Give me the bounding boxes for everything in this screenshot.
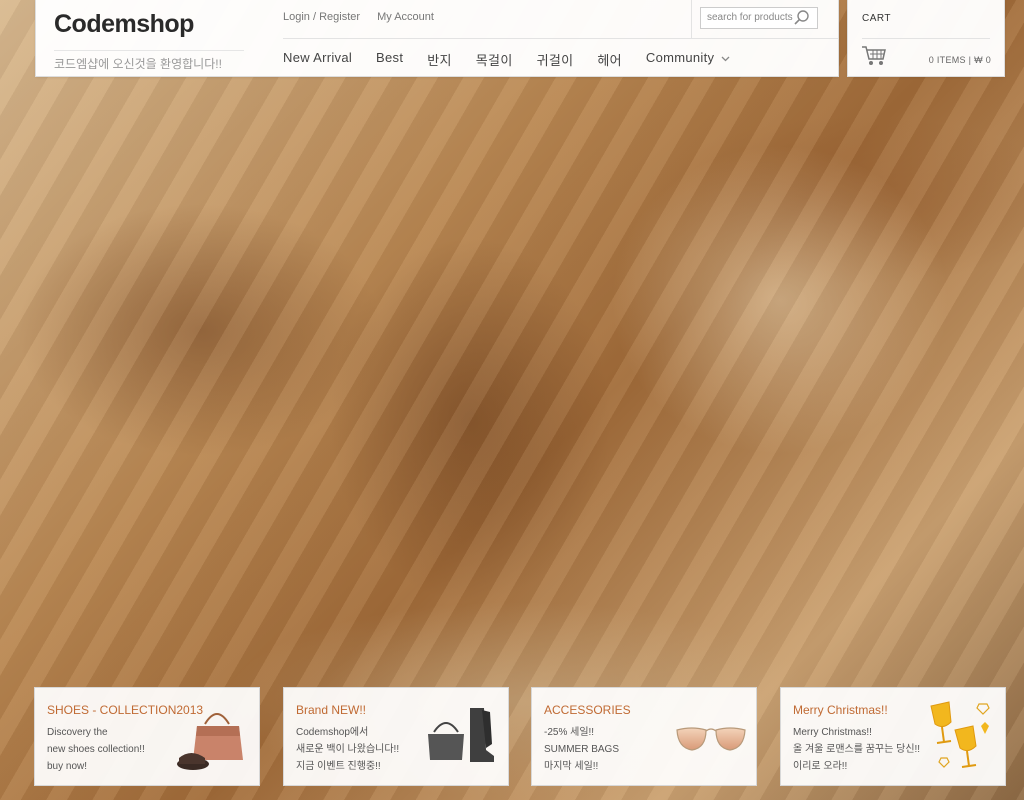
promo-accessories[interactable]: ACCESSORIES -25% 세일!! SUMMER BAGS 마지막 세일… — [532, 688, 756, 785]
promo-text: Merry Christmas!! 올 겨울 로맨스를 꿈꾸는 당신!! 이리로… — [793, 724, 920, 775]
promo-line: -25% 세일!! — [544, 727, 595, 738]
site-logo[interactable]: Codemshop — [54, 10, 194, 39]
bag-and-boots-image — [428, 708, 494, 762]
shopping-cart-icon[interactable] — [861, 45, 887, 67]
nav-item-community[interactable]: Community — [646, 50, 730, 69]
promo-brand-new[interactable]: Brand NEW!! Codemshop에서 새로운 백이 나왔습니다!! 지… — [284, 688, 508, 785]
promo-title: ACCESSORIES — [544, 703, 631, 717]
nav-item-rings[interactable]: 반지 — [427, 50, 452, 69]
promo-line: 새로운 백이 나왔습니다!! — [296, 744, 400, 755]
promo-line: Codemshop에서 — [296, 727, 369, 738]
promo-shoes-collection[interactable]: SHOES - COLLECTION2013 Discovery the new… — [35, 688, 259, 785]
promo-line: Merry Christmas!! — [793, 727, 872, 738]
promo-line: SUMMER BAGS — [544, 744, 620, 755]
promo-line: 마지막 세일!! — [544, 761, 599, 772]
promo-title: Brand NEW!! — [296, 703, 367, 717]
promo-text: Codemshop에서 새로운 백이 나왔습니다!! 지금 이벤트 진행중!! — [296, 724, 399, 775]
nav-item-earrings[interactable]: 귀걸이 — [537, 50, 574, 69]
my-account-link[interactable]: My Account — [377, 11, 434, 23]
tagline: 코드엠샵에 오신것을 환영합니다!! — [54, 50, 244, 72]
promo-text: Discovery the new shoes collection!! buy… — [47, 724, 145, 775]
cart-divider — [862, 38, 990, 39]
sunglasses-image — [676, 727, 746, 751]
cart-panel[interactable]: CART 0 ITEMS | ₩ 0 — [848, 0, 1004, 76]
nav-item-new-arrival[interactable]: New Arrival — [283, 50, 352, 69]
nav-item-hair[interactable]: 헤어 — [597, 50, 622, 69]
main-nav: New Arrival Best 반지 목걸이 귀걸이 헤어 Community — [283, 50, 754, 69]
promo-line: 올 겨울 로맨스를 꿈꾸는 당신!! — [793, 744, 921, 755]
login-register-link[interactable]: Login / Register — [283, 11, 360, 23]
cart-summary: 0 ITEMS | ₩ 0 — [928, 55, 991, 65]
nav-item-community-label: Community — [645, 50, 715, 65]
search-icon[interactable] — [793, 9, 811, 27]
hero-banner-image — [0, 0, 1024, 800]
promo-line: new shoes collection!! — [47, 744, 145, 755]
cart-title: CART — [862, 13, 892, 24]
top-links: Login / Register My Account — [283, 11, 448, 23]
promo-line: buy now! — [47, 761, 88, 772]
promo-christmas[interactable]: Merry Christmas!! Merry Christmas!! 올 겨울… — [781, 688, 1005, 785]
chevron-down-icon — [721, 56, 730, 61]
promo-text: -25% 세일!! SUMMER BAGS 마지막 세일!! — [544, 724, 619, 775]
promo-line: Discovery the — [47, 727, 108, 738]
nav-divider — [283, 38, 838, 39]
promo-line: 지금 이벤트 진행중!! — [296, 761, 381, 772]
search-area: search for products — [691, 0, 838, 38]
champagne-glasses-icon — [930, 701, 990, 768]
promo-line: 이리로 오라!! — [793, 761, 848, 772]
handbag-and-shoes-image — [177, 713, 243, 770]
nav-item-best[interactable]: Best — [376, 50, 403, 69]
site-header: Codemshop 코드엠샵에 오신것을 환영합니다!! Login / Reg… — [36, 0, 838, 76]
promo-title: Merry Christmas!! — [793, 703, 888, 717]
nav-item-necklaces[interactable]: 목걸이 — [476, 50, 513, 69]
